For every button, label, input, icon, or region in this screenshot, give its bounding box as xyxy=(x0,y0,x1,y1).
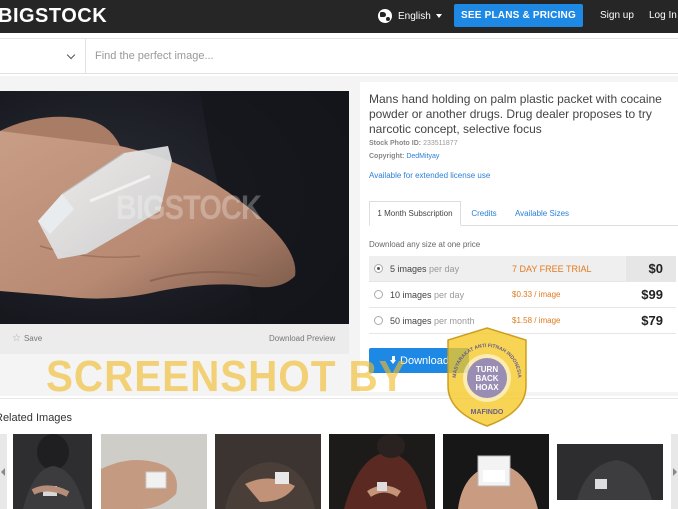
price-value: $99 xyxy=(641,287,663,302)
mafindo-badge: TURN BACK HOAX MASYARAKAT ANTI FITNAH IN… xyxy=(444,326,530,428)
thumbnail-image xyxy=(101,434,207,509)
badge-center-line-2: BACK xyxy=(475,374,498,383)
star-icon: ☆ xyxy=(12,333,21,344)
deal-label: 7 DAY FREE TRIAL xyxy=(512,264,592,274)
radio-button[interactable] xyxy=(374,264,383,273)
images-count: 10 images per day xyxy=(390,290,465,300)
login-link[interactable]: Log In xyxy=(649,10,677,21)
badge-bottom-text: MAFINDO xyxy=(471,409,504,416)
search-category-dropdown[interactable] xyxy=(0,39,86,73)
globe-icon xyxy=(378,9,392,23)
images-count: 50 images per month xyxy=(390,316,475,326)
save-button[interactable]: ☆ Save xyxy=(12,333,42,344)
related-thumbnail[interactable] xyxy=(557,434,663,509)
stock-id-label: Stock Photo ID: xyxy=(369,140,422,147)
tab-1-month-subscription[interactable]: 1 Month Subscription xyxy=(369,201,461,226)
carousel-next-arrow[interactable] xyxy=(671,434,678,509)
price-value: $79 xyxy=(641,313,663,328)
stock-photo-id: Stock Photo ID: 233511877 xyxy=(369,140,458,147)
thumbnail-image xyxy=(443,434,549,509)
thumbnail-image xyxy=(215,434,321,509)
pricing-tabs: 1 Month Subscription Credits Available S… xyxy=(369,201,678,226)
tab-credits[interactable]: Credits xyxy=(469,201,499,226)
price-box: $0 xyxy=(626,256,676,282)
radio-button[interactable] xyxy=(374,316,383,325)
related-images-heading: Related Images xyxy=(0,412,73,424)
download-preview-link[interactable]: Download Preview xyxy=(269,334,335,343)
language-label: English xyxy=(398,10,431,22)
photo-watermark: BIGSTOCK xyxy=(115,189,262,227)
related-thumbnail[interactable] xyxy=(101,434,207,509)
extended-license-link[interactable]: Available for extended license use xyxy=(369,171,490,180)
related-thumbnail[interactable] xyxy=(215,434,321,509)
badge-center-line-3: HOAX xyxy=(475,383,499,392)
thumbnail-image xyxy=(13,434,92,509)
related-thumbnail[interactable] xyxy=(443,434,549,509)
copyright-label: Copyright: xyxy=(369,153,405,160)
thumbnail-image xyxy=(329,434,435,509)
carousel-prev-arrow[interactable] xyxy=(0,434,7,509)
stock-photo[interactable]: BIGSTOCK xyxy=(0,91,349,324)
download-button-label: Download xyxy=(400,354,449,367)
chevron-down-icon xyxy=(66,50,76,60)
related-thumbnail[interactable] xyxy=(329,434,435,509)
photo-title: Mans hand holding on palm plastic packet… xyxy=(369,92,662,136)
caret-down-icon xyxy=(435,14,442,18)
see-plans-button[interactable]: SEE PLANS & PRICING xyxy=(454,4,583,27)
copyright-author-link[interactable]: DedMityay xyxy=(406,153,439,160)
mafindo-badge-graphic: TURN BACK HOAX MASYARAKAT ANTI FITNAH IN… xyxy=(447,327,527,427)
pricing-option-row[interactable]: 10 images per day $0.33 / image $99 xyxy=(369,282,676,308)
thumbnail-image xyxy=(557,434,663,509)
images-count: 5 images per day xyxy=(390,264,460,274)
save-label: Save xyxy=(23,334,43,343)
price-box: $79 xyxy=(626,308,676,334)
price-box: $99 xyxy=(626,282,676,308)
screenshot-watermark: SCREENSHOT BY xyxy=(46,352,407,401)
tab-available-sizes[interactable]: Available Sizes xyxy=(513,201,571,226)
search-bar xyxy=(0,38,678,74)
badge-center-line-1: TURN xyxy=(476,365,498,374)
copyright-line: Copyright: DedMityay xyxy=(369,153,439,160)
related-thumbnail[interactable] xyxy=(13,434,92,509)
page: BIGSTOCK English SEE PLANS & PRICING Sig… xyxy=(0,0,678,509)
pricing-option-row[interactable]: 5 images per day 7 DAY FREE TRIAL $0 xyxy=(369,256,676,282)
language-selector[interactable]: English xyxy=(378,8,442,24)
price-value: $0 xyxy=(648,261,663,276)
signup-link[interactable]: Sign up xyxy=(600,10,634,21)
top-nav-bar: BIGSTOCK English SEE PLANS & PRICING Sig… xyxy=(0,0,678,33)
deal-label: $0.33 / image xyxy=(512,290,561,299)
bigstock-logo[interactable]: BIGSTOCK xyxy=(0,5,107,28)
deal-label: $1.58 / image xyxy=(512,316,561,325)
stock-id-value: 233511877 xyxy=(423,140,458,147)
radio-button[interactable] xyxy=(374,290,383,299)
search-input[interactable] xyxy=(95,48,655,64)
download-any-size-note: Download any size at one price xyxy=(369,240,481,249)
